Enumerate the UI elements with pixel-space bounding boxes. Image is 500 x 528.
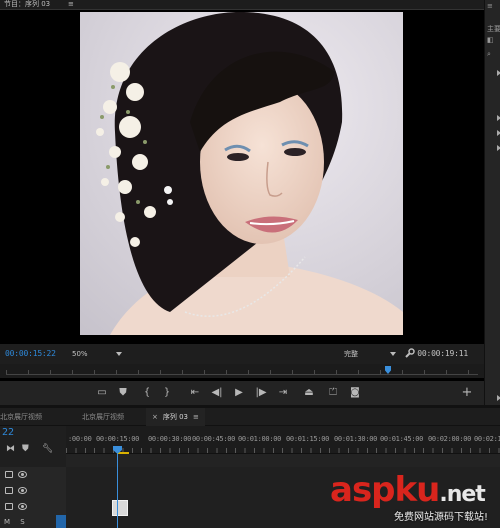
marker-icon[interactable]: ⛊ [22, 444, 29, 454]
chevron-down-icon [390, 352, 396, 356]
step-back-icon[interactable]: ◀| [210, 386, 224, 400]
ruler-baseline [6, 374, 478, 375]
snap-icon[interactable]: ⧓ [6, 444, 15, 454]
go-to-out-icon[interactable]: ⇥ [276, 386, 290, 400]
tab-sequence-2[interactable]: 北京展厅视频 [82, 408, 124, 426]
project-panel-edge: ≡ 主要 ◧ ⌕ [484, 0, 500, 405]
timeline-ruler[interactable]: :00:00 00:00:15:00 00:00:30:00 00:00:45:… [66, 426, 500, 454]
ruler-label: 00:01:00:00 [238, 435, 282, 443]
video-frame [80, 12, 403, 335]
watermark-subtitle: 免费网站源码下载站! [394, 512, 489, 523]
lift-icon[interactable]: ⏏ [302, 386, 316, 400]
mark-in-icon[interactable]: { [140, 386, 154, 400]
lock-icon[interactable] [5, 471, 13, 478]
timeline-current-time[interactable]: 22 [2, 427, 14, 438]
add-button-icon[interactable]: + [460, 386, 474, 400]
lock-icon[interactable] [5, 503, 13, 510]
monitor-time-ruler[interactable] [0, 364, 484, 378]
ruler-label: 00:02:15:00 [474, 435, 500, 443]
panel-label: 主要 [487, 25, 500, 33]
playback-resolution-dropdown[interactable]: 完整 [344, 349, 396, 359]
export-frame-icon[interactable]: ▭ [95, 386, 109, 400]
ruler-ticks [66, 448, 500, 453]
track-target-a1[interactable] [56, 515, 66, 528]
monitor-controls-bar: 00:00:15:22 50% 完整 00:00:19:11 [0, 344, 484, 364]
track-header-a1: M S [0, 515, 66, 528]
playback-resolution-value: 完整 [344, 350, 358, 358]
lock-icon[interactable] [5, 487, 13, 494]
wrench-icon[interactable]: 🔧︎ [42, 444, 53, 454]
step-forward-icon[interactable]: |▶ [254, 386, 268, 400]
transport-controls: ▭ ⛊ { } ⇤ ◀| ▶ |▶ ⇥ ⏏ ⏍ ◙ + [0, 381, 484, 405]
hamburger-menu-icon[interactable]: ≡ [193, 413, 199, 421]
ruler-label: 00:00:45:00 [192, 435, 236, 443]
ruler-label: 00:00:15:00 [96, 435, 140, 443]
wrench-icon[interactable] [404, 348, 415, 359]
mark-out-icon[interactable]: } [160, 386, 174, 400]
panel-title-fragment: ≡ [487, 2, 493, 10]
video-frame-image [80, 12, 403, 335]
track-header-v1 [0, 499, 66, 515]
zoom-dropdown[interactable]: 50% [72, 349, 122, 359]
sort-icon[interactable]: ◧ [487, 36, 494, 44]
ruler-label: 00:01:45:00 [380, 435, 424, 443]
eye-icon[interactable] [18, 503, 27, 510]
play-icon[interactable]: ▶ [232, 386, 246, 400]
timeline-tabs: 北京展厅视频 北京展厅视频 × 序列 03 ≡ [0, 408, 500, 426]
tab-sequence-03-label: 序列 03 [162, 413, 189, 421]
playhead-timecode[interactable]: 00:00:15:22 [5, 349, 56, 358]
ruler-label: 00:01:30:00 [334, 435, 378, 443]
timeline-playhead-line [117, 454, 118, 528]
monitor-tab-label: 节目：序列 03 [4, 0, 51, 8]
eye-icon[interactable] [18, 471, 27, 478]
hamburger-menu-icon[interactable]: ≡ [68, 0, 74, 9]
ruler-label: 00:01:15:00 [286, 435, 330, 443]
ruler-label: :00:00 [68, 435, 92, 443]
program-monitor: 节目：序列 03 ≡ 00:00:15:22 50% 完整 00:00:19:1… [0, 0, 484, 405]
track-header-v3 [0, 467, 66, 483]
tab-sequence-03[interactable]: × 序列 03 ≡ [146, 408, 205, 426]
video-clip[interactable] [112, 500, 128, 516]
tab-sequence-1[interactable]: 北京展厅视频 [0, 408, 42, 426]
go-to-in-icon[interactable]: ⇤ [188, 386, 202, 400]
camera-icon[interactable]: ◙ [348, 386, 362, 400]
watermark-tld: .net [439, 482, 485, 507]
monitor-tab[interactable]: 节目：序列 03 ≡ [0, 0, 484, 10]
close-icon[interactable]: × [152, 413, 158, 421]
duration-timecode: 00:00:19:11 [417, 349, 468, 358]
search-icon[interactable]: ⌕ [487, 50, 491, 59]
add-marker-icon[interactable]: ⛊ [116, 386, 130, 400]
watermark-main-text: aspku [330, 470, 440, 510]
track-header-v2 [0, 483, 66, 499]
zoom-value: 50% [72, 350, 88, 358]
watermark: aspku.net 免费网站源码下载站! [330, 468, 500, 528]
mute-solo-buttons[interactable]: M S [4, 518, 29, 526]
ruler-label: 00:02:00:00 [428, 435, 472, 443]
extract-icon[interactable]: ⏍ [326, 386, 340, 400]
chevron-down-icon [116, 352, 122, 356]
ruler-label: 00:00:30:00 [148, 435, 192, 443]
eye-icon[interactable] [18, 487, 27, 494]
